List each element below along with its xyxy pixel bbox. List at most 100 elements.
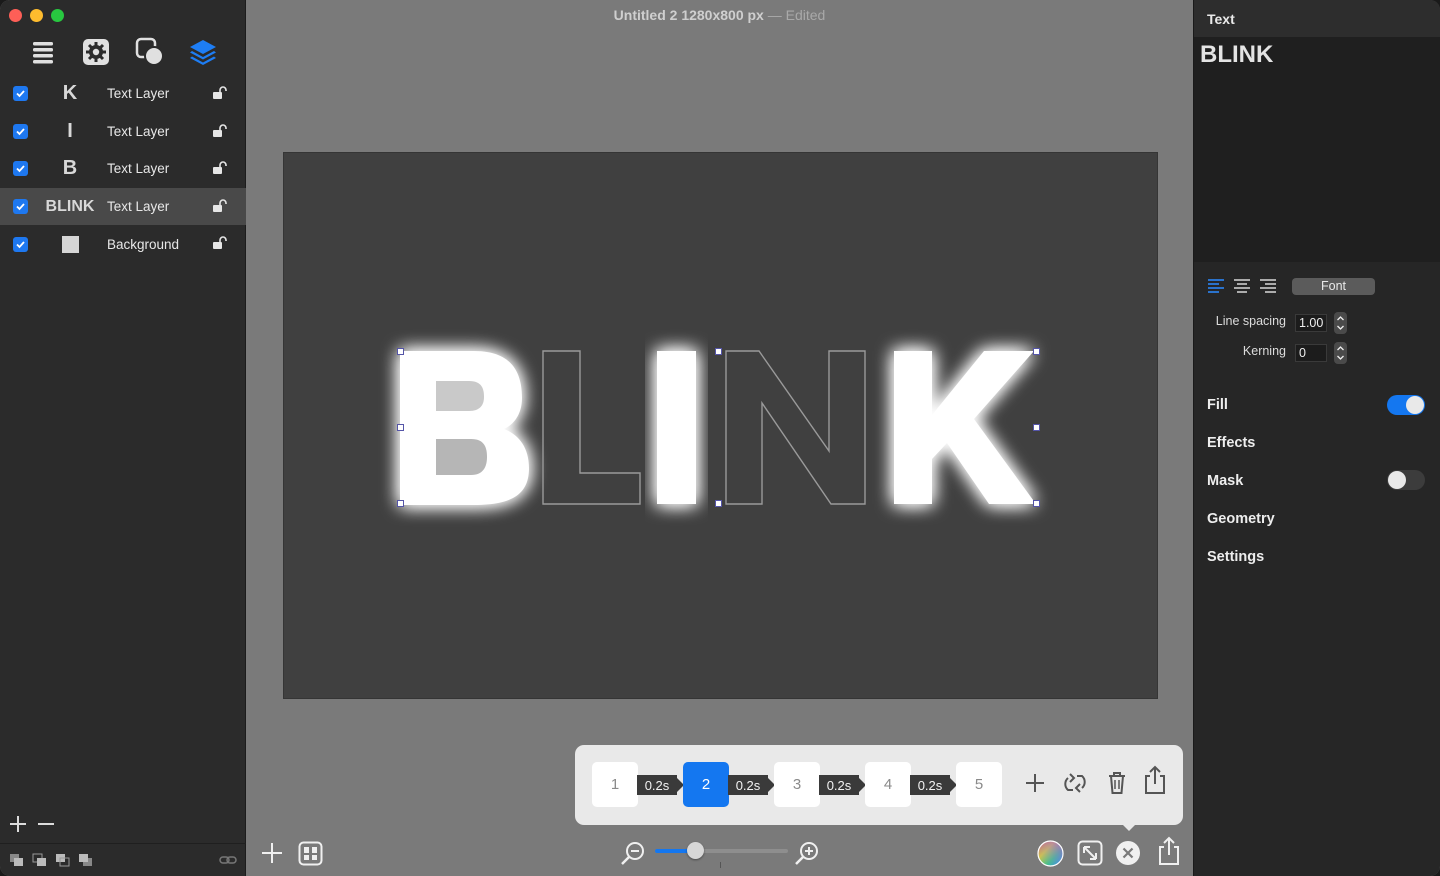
- mask-toggle[interactable]: [1387, 470, 1425, 490]
- shapes-icon: [135, 37, 164, 66]
- frame-button[interactable]: 4: [865, 762, 911, 807]
- selection-handle[interactable]: [715, 348, 722, 355]
- close-window-button[interactable]: [9, 9, 22, 22]
- grid-icon: [298, 841, 323, 866]
- layer-visibility-checkbox[interactable]: [13, 161, 28, 177]
- settings-section[interactable]: Settings: [1207, 549, 1264, 565]
- add-button[interactable]: [260, 841, 284, 865]
- mask-section[interactable]: Mask: [1207, 473, 1243, 489]
- title-separator: —: [767, 7, 782, 23]
- layer-visibility-checkbox[interactable]: [13, 86, 28, 102]
- align-left-icon[interactable]: [1207, 278, 1225, 294]
- frame-delay[interactable]: 0.2s: [819, 775, 866, 795]
- layer-row[interactable]: BLINK Text Layer: [0, 187, 246, 226]
- layer-lock-button[interactable]: [212, 236, 228, 250]
- unlock-icon: [213, 199, 227, 212]
- link-icon[interactable]: [219, 855, 237, 865]
- effects-section[interactable]: Effects: [1207, 435, 1255, 451]
- selection-handle[interactable]: [1033, 500, 1040, 507]
- layer-list: K Text Layer I Text Layer B Text Layer BLINK Te…: [0, 75, 246, 263]
- zoom-window-button[interactable]: [51, 9, 64, 22]
- align-right-icon[interactable]: [1259, 278, 1277, 294]
- frame-delay[interactable]: 0.2s: [637, 775, 684, 795]
- frames-panel-pointer: [1121, 823, 1137, 831]
- selection-handle[interactable]: [397, 424, 404, 431]
- frames-panel: 1 0.2s 2 0.2s 3 0.2s 4 0.2s 5: [575, 745, 1183, 825]
- line-spacing-field[interactable]: 1.00: [1295, 314, 1327, 332]
- export-frames-button[interactable]: [1140, 765, 1170, 795]
- checkmark-icon: [16, 90, 25, 98]
- close-frames-button[interactable]: [1115, 840, 1141, 866]
- alignment-buttons: [1207, 278, 1277, 294]
- layer-lock-button[interactable]: [212, 123, 228, 138]
- document-canvas[interactable]: [283, 152, 1158, 699]
- kerning-field[interactable]: 0: [1295, 344, 1327, 362]
- line-spacing-stepper[interactable]: [1334, 312, 1347, 334]
- letter-l-outline: [542, 350, 641, 505]
- frame-button[interactable]: 3: [774, 762, 820, 807]
- checkmark-icon: [16, 165, 25, 173]
- selection-handle[interactable]: [1033, 424, 1040, 431]
- align-center-icon[interactable]: [1233, 278, 1251, 294]
- add-frame-button[interactable]: [1020, 768, 1050, 798]
- frame-button[interactable]: 1: [592, 762, 638, 807]
- layers-sidebar: K Text Layer I Text Layer B Text Layer BLINK Te…: [0, 0, 246, 876]
- zoom-in-button[interactable]: [794, 840, 820, 866]
- layer-thumbnail: BLINK: [45, 197, 95, 215]
- layer-row[interactable]: I Text Layer: [0, 113, 246, 151]
- letter-k: [894, 351, 1036, 504]
- loop-button[interactable]: [1060, 768, 1090, 798]
- layer-visibility-checkbox[interactable]: [13, 199, 28, 215]
- selection-handle[interactable]: [715, 500, 722, 507]
- add-layer-icon[interactable]: [8, 814, 28, 834]
- geometry-section[interactable]: Geometry: [1207, 511, 1275, 527]
- zoom-slider-knob[interactable]: [686, 842, 704, 859]
- frame-button[interactable]: 2: [683, 762, 729, 807]
- layer-lock-button[interactable]: [212, 86, 228, 100]
- zoom-out-button[interactable]: [620, 840, 646, 866]
- layer-lock-button[interactable]: [212, 161, 228, 175]
- settings-button[interactable]: [79, 35, 113, 69]
- minimize-window-button[interactable]: [30, 9, 43, 22]
- text-content-editor[interactable]: BLINK: [1194, 37, 1440, 262]
- inspector-title: Text: [1207, 11, 1235, 27]
- layer-row[interactable]: Background: [0, 225, 246, 263]
- list-button[interactable]: [26, 35, 60, 69]
- frame-button[interactable]: 5: [956, 762, 1002, 807]
- grid-view-button[interactable]: [298, 841, 323, 866]
- layer-visibility-checkbox[interactable]: [13, 236, 28, 252]
- delete-frame-button[interactable]: [1102, 768, 1132, 798]
- layer-visibility-checkbox[interactable]: [13, 123, 28, 139]
- layer-row[interactable]: B Text Layer: [0, 150, 246, 188]
- selection-handle[interactable]: [1033, 348, 1040, 355]
- layer-name: Text Layer: [107, 199, 170, 215]
- zoom-tick: [720, 862, 721, 868]
- send-back-icon[interactable]: [78, 853, 94, 867]
- font-button[interactable]: Font: [1292, 278, 1375, 295]
- remove-layer-icon[interactable]: [36, 814, 56, 834]
- font-button-wrap: Font: [1292, 278, 1375, 295]
- fill-toggle[interactable]: [1387, 395, 1425, 415]
- layer-lock-button[interactable]: [212, 199, 228, 213]
- checkmark-icon: [16, 203, 25, 211]
- color-picker-button[interactable]: [1037, 840, 1064, 867]
- fill-section[interactable]: Fill: [1207, 397, 1228, 413]
- resize-button[interactable]: [1077, 840, 1103, 866]
- bring-forward-icon[interactable]: [32, 853, 48, 867]
- send-backward-icon[interactable]: [55, 853, 71, 867]
- selection-handle[interactable]: [397, 500, 404, 507]
- share-icon: [1145, 765, 1165, 794]
- bring-front-icon[interactable]: [9, 853, 25, 867]
- frame-delay[interactable]: 0.2s: [728, 775, 775, 795]
- selection-handle[interactable]: [397, 348, 404, 355]
- shapes-button[interactable]: [133, 35, 167, 69]
- zoom-slider-track[interactable]: [655, 849, 788, 853]
- layers-button[interactable]: [186, 35, 220, 69]
- plus-icon: [262, 843, 282, 863]
- blink-text-graphic: [400, 350, 1036, 505]
- kerning-stepper[interactable]: [1334, 342, 1347, 364]
- share-button[interactable]: [1157, 836, 1181, 866]
- layer-row[interactable]: K Text Layer: [0, 75, 246, 113]
- frame-delay[interactable]: 0.2s: [910, 775, 957, 795]
- layer-name: Background: [107, 236, 180, 252]
